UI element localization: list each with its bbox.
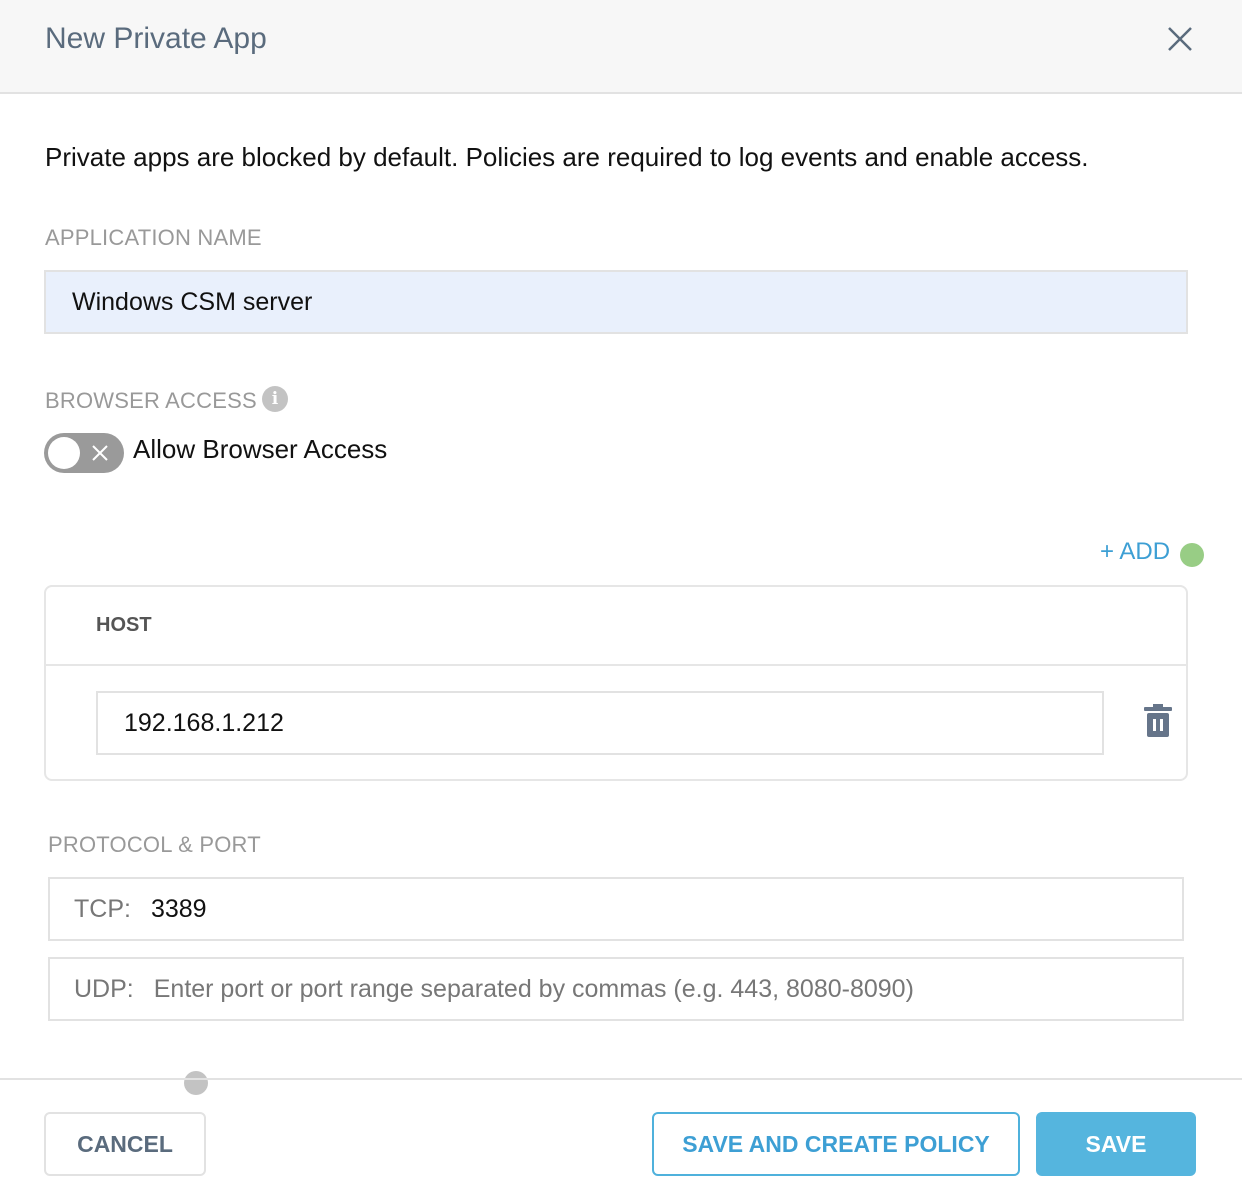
host-value: 192.168.1.212 <box>124 708 284 737</box>
toggle-knob <box>48 437 80 469</box>
tcp-port-input[interactable]: TCP: 3389 <box>48 877 1184 941</box>
host-input[interactable]: 192.168.1.212 <box>96 691 1104 755</box>
x-icon <box>92 445 108 461</box>
allow-browser-access-label: Allow Browser Access <box>133 434 388 464</box>
application-name-label: APPLICATION NAME <box>45 225 262 250</box>
cancel-button[interactable]: CANCEL <box>44 1112 206 1176</box>
footer-divider <box>0 1078 1242 1080</box>
tcp-value: 3389 <box>150 894 207 923</box>
udp-port-input[interactable]: UDP: Enter port or port range separated b… <box>48 957 1184 1021</box>
status-dot <box>1180 543 1204 567</box>
application-name-input[interactable]: Windows CSM server <box>44 270 1188 334</box>
udp-placeholder: Enter port or port range separated by co… <box>153 974 914 1003</box>
dialog-title: New Private App <box>45 22 267 55</box>
dialog-description: Private apps are blocked by default. Pol… <box>45 142 1089 172</box>
application-name-value: Windows CSM server <box>72 287 313 316</box>
trash-icon[interactable] <box>1143 704 1173 743</box>
add-host-button[interactable]: + ADD <box>1100 538 1170 566</box>
info-icon[interactable]: i <box>262 386 288 412</box>
info-icon-partial <box>184 1071 208 1095</box>
udp-prefix: UDP: <box>74 974 134 1003</box>
browser-access-toggle[interactable] <box>44 433 124 473</box>
protocol-port-label: PROTOCOL & PORT <box>48 832 261 857</box>
close-icon[interactable] <box>1165 24 1195 54</box>
save-and-create-policy-button[interactable]: SAVE AND CREATE POLICY <box>652 1112 1020 1176</box>
host-column-header: HOST <box>96 614 152 636</box>
divider <box>46 664 1186 666</box>
browser-access-label: BROWSER ACCESS <box>45 388 257 413</box>
tcp-prefix: TCP: <box>74 894 131 923</box>
save-button[interactable]: SAVE <box>1036 1112 1196 1176</box>
